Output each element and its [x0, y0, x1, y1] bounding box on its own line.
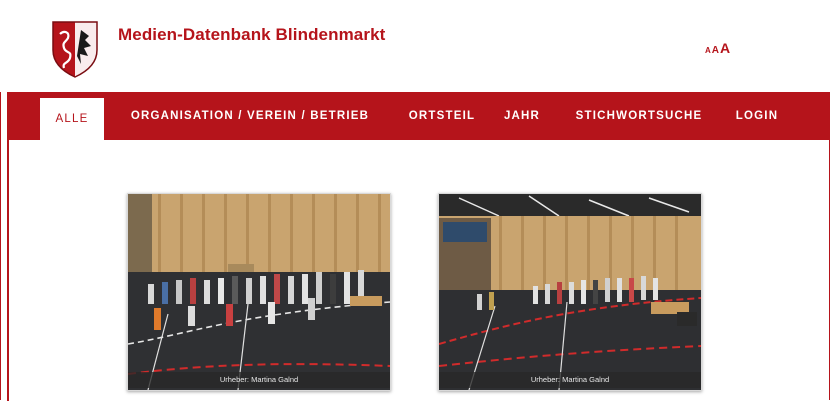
- site-header: Medien-Datenbank Blindenmarkt AAA: [0, 0, 830, 92]
- font-size-large-button[interactable]: A: [720, 40, 730, 56]
- photo-credit: Urheber: Martina Galnd: [128, 372, 390, 388]
- nav-item-login[interactable]: LOGIN: [728, 92, 786, 140]
- nav-item-ortsteil[interactable]: ORTSTEIL: [402, 92, 482, 140]
- font-size-controls: AAA: [705, 40, 730, 58]
- gallery-item[interactable]: Urheber: Martina Galnd: [438, 193, 702, 391]
- gallery-photo: [128, 194, 390, 390]
- gallery-item[interactable]: Urheber: Martina Galnd: [127, 193, 391, 391]
- gallery-photo: [439, 194, 701, 390]
- nav-item-stichwortsuche[interactable]: STICHWORTSUCHE: [564, 92, 714, 140]
- nav-item-jahr[interactable]: JAHR: [496, 92, 548, 140]
- coat-of-arms-icon[interactable]: [50, 20, 100, 78]
- font-size-medium-button[interactable]: A: [712, 45, 719, 56]
- photo-credit: Urheber: Martina Galnd: [439, 372, 701, 388]
- nav-item-alle[interactable]: ALLE: [40, 98, 104, 140]
- nav-item-organisation[interactable]: ORGANISATION / VEREIN / BETRIEB: [112, 92, 388, 140]
- main-navigation: ALLE ORGANISATION / VEREIN / BETRIEB ORT…: [9, 92, 830, 140]
- site-title[interactable]: Medien-Datenbank Blindenmarkt: [118, 25, 385, 45]
- font-size-small-button[interactable]: A: [705, 46, 711, 55]
